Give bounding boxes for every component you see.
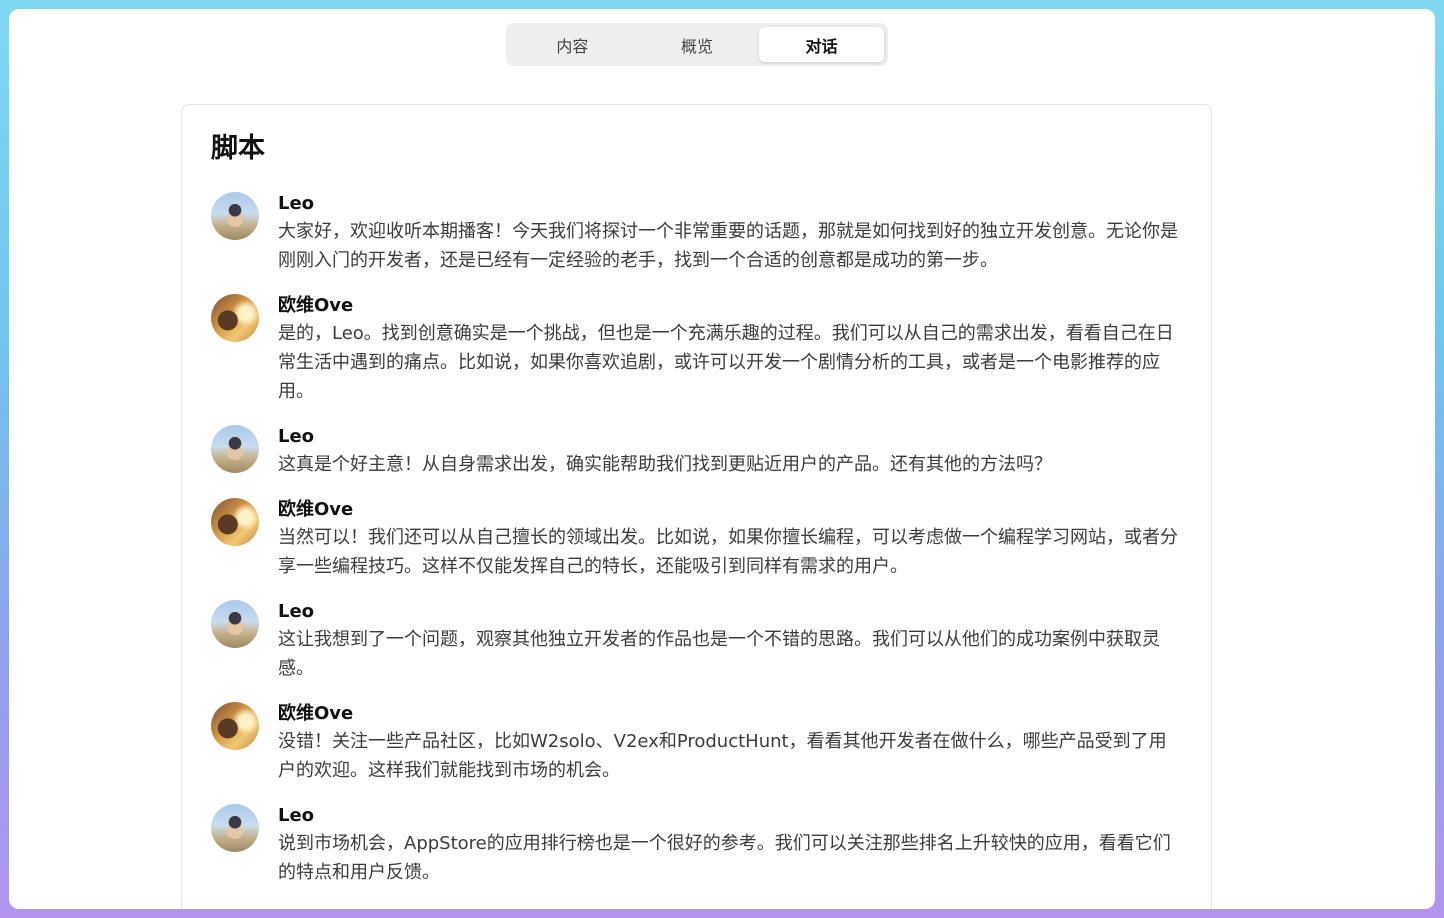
script-card: 脚本 Leo 大家好，欢迎收听本期播客！今天我们将探讨一个非常重要的话题，那就是… (181, 104, 1212, 909)
tab-overview[interactable]: 概览 (635, 27, 760, 62)
leo-avatar (211, 804, 259, 852)
leo-avatar (211, 425, 259, 473)
ove-avatar (211, 294, 259, 342)
message-body: 欧维Ove 是的，Leo。找到创意确实是一个挑战，但也是一个充满乐趣的过程。我们… (278, 293, 1183, 406)
message-item: Leo 说到市场机会，AppStore的应用排行榜也是一个很好的参考。我们可以关… (211, 803, 1183, 887)
leo-avatar (211, 192, 259, 240)
message-text: 没错！关注一些产品社区，比如W2solo、V2ex和ProductHunt，看看… (278, 731, 1167, 781)
speaker-name: Leo (278, 805, 315, 826)
message-body: Leo 这让我想到了一个问题，观察其他独立开发者的作品也是一个不错的思路。我们可… (278, 599, 1183, 683)
view-segmented-control: 内容 概览 对话 (506, 23, 888, 66)
speaker-name: Leo (278, 426, 315, 447)
message-body: Leo 大家好，欢迎收听本期播客！今天我们将探讨一个非常重要的话题，那就是如何找… (278, 191, 1183, 275)
message-body: 欧维Ove 没错！关注一些产品社区，比如W2solo、V2ex和ProductH… (278, 701, 1183, 785)
message-text: 这真是个好主意！从自身需求出发，确实能帮助我们找到更贴近用户的产品。还有其他的方… (278, 454, 1052, 475)
message-item: 欧维Ove 没错！关注一些产品社区，比如W2solo、V2ex和ProductH… (211, 701, 1183, 785)
message-body: Leo 这真是个好主意！从自身需求出发，确实能帮助我们找到更贴近用户的产品。还有… (278, 424, 1183, 479)
leo-avatar (211, 600, 259, 648)
speaker-name: 欧维Ove (278, 295, 354, 316)
speaker-name: 欧维Ove (278, 703, 354, 724)
ove-avatar (211, 498, 259, 546)
message-text: 这让我想到了一个问题，观察其他独立开发者的作品也是一个不错的思路。我们可以从他们… (278, 629, 1160, 679)
tab-content[interactable]: 内容 (510, 27, 635, 62)
message-item: 欧维Ove 当然可以！我们还可以从自己擅长的领域出发。比如说，如果你擅长编程，可… (211, 497, 1183, 581)
message-text: 大家好，欢迎收听本期播客！今天我们将探讨一个非常重要的话题，那就是如何找到好的独… (278, 221, 1178, 271)
message-item: Leo 这让我想到了一个问题，观察其他独立开发者的作品也是一个不错的思路。我们可… (211, 599, 1183, 683)
app-window: 内容 概览 对话 脚本 Leo 大家好，欢迎收听本期播客！今天我们将探讨一个非常… (9, 9, 1435, 909)
message-body: 欧维Ove 当然可以！我们还可以从自己擅长的领域出发。比如说，如果你擅长编程，可… (278, 497, 1183, 581)
message-text: 说到市场机会，AppStore的应用排行榜也是一个很好的参考。我们可以关注那些排… (278, 833, 1171, 883)
speaker-name: Leo (278, 601, 315, 622)
speaker-name: 欧维Ove (278, 499, 354, 520)
speaker-name: Leo (278, 193, 315, 214)
message-item: Leo 这真是个好主意！从自身需求出发，确实能帮助我们找到更贴近用户的产品。还有… (211, 424, 1183, 479)
tab-dialogue[interactable]: 对话 (759, 27, 885, 62)
message-text: 当然可以！我们还可以从自己擅长的领域出发。比如说，如果你擅长编程，可以考虑做一个… (278, 527, 1178, 577)
message-item: Leo 大家好，欢迎收听本期播客！今天我们将探讨一个非常重要的话题，那就是如何找… (211, 191, 1183, 275)
message-item: 欧维Ove 是的，Leo。找到创意确实是一个挑战，但也是一个充满乐趣的过程。我们… (211, 293, 1183, 406)
message-list: Leo 大家好，欢迎收听本期播客！今天我们将探讨一个非常重要的话题，那就是如何找… (211, 191, 1183, 905)
message-text: 是的，Leo。找到创意确实是一个挑战，但也是一个充满乐趣的过程。我们可以从自己的… (278, 323, 1174, 402)
script-title: 脚本 (211, 133, 265, 164)
message-body: Leo 说到市场机会，AppStore的应用排行榜也是一个很好的参考。我们可以关… (278, 803, 1183, 887)
ove-avatar (211, 702, 259, 750)
